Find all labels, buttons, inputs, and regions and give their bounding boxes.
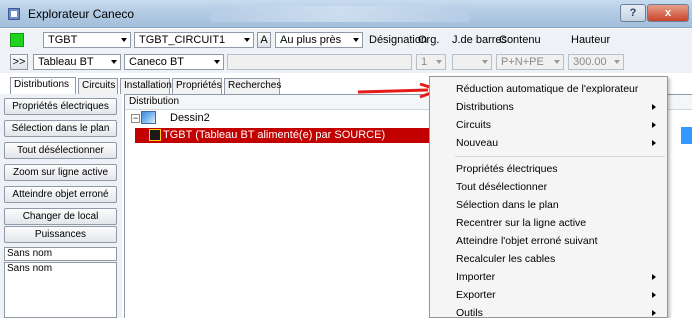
chevron-right-icon xyxy=(652,122,656,128)
name-input[interactable]: Sans nom xyxy=(4,247,117,261)
status-indicator-icon[interactable] xyxy=(10,33,24,47)
chevron-right-icon xyxy=(652,310,656,316)
menu-item-exporter[interactable]: Exporter xyxy=(431,286,666,304)
name-list[interactable]: Sans nom xyxy=(4,262,117,318)
menu-item-distributions[interactable]: Distributions xyxy=(431,98,666,116)
jeu-de-barres-combo[interactable] xyxy=(452,54,492,70)
chevron-right-icon xyxy=(652,292,656,298)
menu-item-goto-error[interactable]: Atteindre l'objet erroné suivant xyxy=(431,232,666,250)
menu-item-label: Propriétés électriques xyxy=(456,163,558,175)
menu-item-label: Réduction automatique de l'explorateur xyxy=(456,83,639,95)
menu-item-label: Nouveau xyxy=(456,137,499,149)
tableau-combo-value: TGBT xyxy=(48,34,78,46)
row-highlight xyxy=(681,127,692,144)
hauteur-combo[interactable]: 300.00 xyxy=(568,54,624,70)
deselect-all-button[interactable]: Tout désélectionner xyxy=(4,142,117,159)
org-combo[interactable]: 1 xyxy=(416,54,446,70)
zoom-active-line-button[interactable]: Zoom sur ligne active xyxy=(4,164,117,181)
menu-item-select-in-plan[interactable]: Sélection dans le plan xyxy=(431,196,666,214)
selected-row-label: TGBT (Tableau BT alimenté(e) par SOURCE) xyxy=(163,129,386,141)
menu-item-electrical-properties[interactable]: Propriétés électriques xyxy=(431,160,666,178)
hauteur-combo-value: 300.00 xyxy=(573,56,607,68)
contenu-combo-value: P+N+PE xyxy=(501,56,544,68)
menu-item-importer[interactable]: Importer xyxy=(431,268,666,286)
designation-field[interactable] xyxy=(227,54,412,70)
chevron-down-icon xyxy=(121,38,127,42)
menu-item-label: Distributions xyxy=(456,101,514,113)
proximity-combo-value: Au plus près xyxy=(280,34,342,46)
chevron-down-icon xyxy=(353,38,359,42)
tab-circuits[interactable]: Circuits xyxy=(78,78,118,94)
title-bar-decoration xyxy=(210,6,470,22)
collapse-icon[interactable]: − xyxy=(131,114,140,123)
chevron-right-icon xyxy=(652,104,656,110)
tableau-combo[interactable]: TGBT xyxy=(43,32,131,48)
menu-item-outils[interactable]: Outils xyxy=(431,304,666,318)
menu-item-label: Circuits xyxy=(456,119,492,131)
selected-tree-row[interactable]: TGBT (Tableau BT alimenté(e) par SOURCE) xyxy=(135,128,429,143)
drawing-icon xyxy=(141,111,156,124)
switchboard-icon xyxy=(149,129,161,141)
type-combo[interactable]: Tableau BT xyxy=(33,54,121,70)
org-combo-value: 1 xyxy=(421,56,428,68)
menu-item-label: Recentrer sur la ligne active xyxy=(456,217,587,229)
menu-item-deselect-all[interactable]: Tout désélectionner xyxy=(431,178,666,196)
chevron-down-icon xyxy=(214,60,220,64)
chevron-right-icon xyxy=(652,274,656,280)
menu-item-reduction[interactable]: Réduction automatique de l'explorateur xyxy=(431,80,666,98)
menu-item-circuits[interactable]: Circuits xyxy=(431,116,666,134)
menu-item-label: Recalculer les cables xyxy=(456,253,556,265)
expand-button[interactable]: >> xyxy=(10,54,28,70)
context-menu: Réduction automatique de l'explorateur D… xyxy=(429,76,668,318)
list-item[interactable]: Sans nom xyxy=(7,263,116,274)
contenu-combo[interactable]: P+N+PE xyxy=(496,54,564,70)
chevron-down-icon xyxy=(614,60,620,64)
circuit-combo-value: TGBT_CIRCUIT1 xyxy=(139,34,226,46)
chevron-down-icon xyxy=(244,38,250,42)
menu-item-recalc-cables[interactable]: Recalculer les cables xyxy=(431,250,666,268)
tab-recherches[interactable]: Recherches xyxy=(224,78,281,94)
proximity-combo[interactable]: Au plus près xyxy=(275,32,363,48)
change-local-button[interactable]: Changer de local xyxy=(4,208,117,225)
chevron-down-icon xyxy=(111,60,117,64)
tab-proprietes[interactable]: Propriétés xyxy=(172,78,222,94)
goto-error-button[interactable]: Atteindre objet erroné xyxy=(4,186,117,203)
tab-installation[interactable]: Installation xyxy=(120,78,172,94)
chevron-right-icon xyxy=(652,140,656,146)
menu-item-label: Importer xyxy=(456,271,496,283)
type-combo-value: Tableau BT xyxy=(38,56,94,68)
menu-item-label: Tout désélectionner xyxy=(456,181,548,193)
contenu-label: Contenu xyxy=(499,34,541,46)
red-arrow-icon xyxy=(358,83,440,99)
window-title: Explorateur Caneco xyxy=(28,7,135,21)
software-combo[interactable]: Caneco BT xyxy=(124,54,224,70)
circuit-combo[interactable]: TGBT_CIRCUIT1 xyxy=(134,32,254,48)
tree-root-label[interactable]: Dessin2 xyxy=(170,112,210,124)
menu-item-label: Sélection dans le plan xyxy=(456,199,559,211)
menu-item-label: Atteindre l'objet erroné suivant xyxy=(456,235,598,247)
hauteur-label: Hauteur xyxy=(571,34,611,46)
tab-distributions[interactable]: Distributions xyxy=(10,77,76,94)
a-button[interactable]: A xyxy=(257,32,271,48)
org-label: Org. xyxy=(418,34,440,46)
menu-item-nouveau[interactable]: Nouveau xyxy=(431,134,666,152)
app-icon xyxy=(8,8,20,20)
software-combo-value: Caneco BT xyxy=(129,56,185,68)
menu-item-label: Exporter xyxy=(456,289,496,301)
menu-item-label: Outils xyxy=(456,307,483,318)
electrical-properties-button[interactable]: Propriétés électriques xyxy=(4,98,117,115)
help-button[interactable]: ? xyxy=(620,4,646,22)
title-bar: Explorateur Caneco ? x xyxy=(0,0,692,28)
menu-separator xyxy=(455,156,665,157)
chevron-down-icon xyxy=(482,60,488,64)
chevron-down-icon xyxy=(554,60,560,64)
power-button[interactable]: Puissances xyxy=(4,226,117,243)
select-in-plan-button[interactable]: Sélection dans le plan xyxy=(4,120,117,137)
close-button[interactable]: x xyxy=(647,4,689,22)
chevron-down-icon xyxy=(436,60,442,64)
menu-item-recenter[interactable]: Recentrer sur la ligne active xyxy=(431,214,666,232)
